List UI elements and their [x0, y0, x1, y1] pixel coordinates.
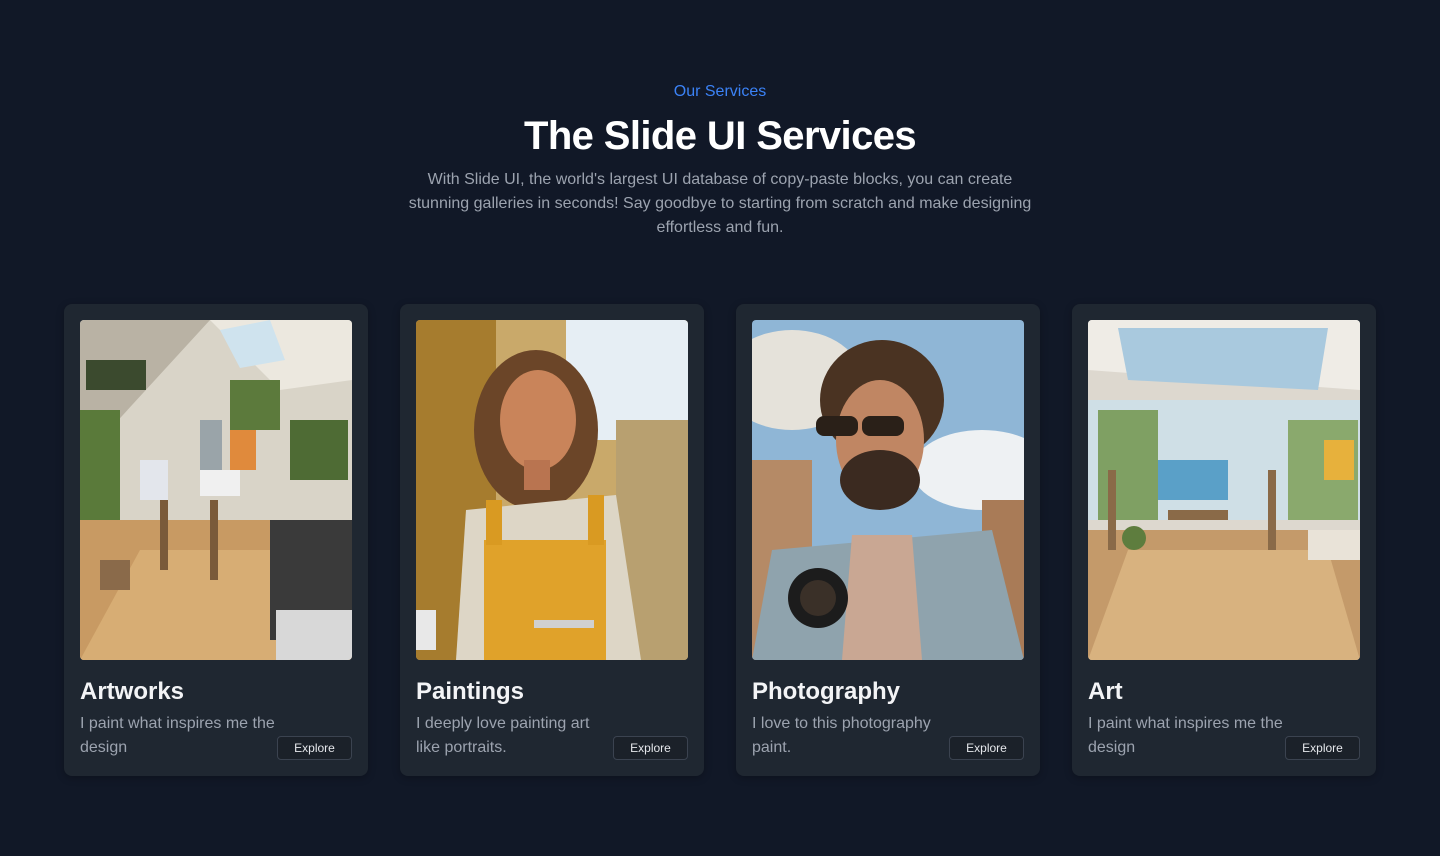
card-image-artworks — [80, 320, 352, 660]
explore-button[interactable]: Explore — [949, 736, 1024, 760]
explore-button[interactable]: Explore — [277, 736, 352, 760]
studio-image — [80, 320, 352, 660]
loft-studio-image — [1088, 320, 1360, 660]
portrait-man-image — [752, 320, 1024, 660]
explore-button[interactable]: Explore — [1285, 736, 1360, 760]
card-text: I paint what inspires me the design — [1088, 715, 1283, 756]
card-title: Photography — [752, 678, 900, 705]
section-eyebrow: Our Services — [673, 83, 767, 100]
portrait-woman-image — [416, 320, 688, 660]
section-title: The Slide UI Services — [523, 114, 917, 158]
card-text: I paint what inspires me the design — [80, 715, 275, 756]
card-title: Art — [1088, 678, 1123, 705]
services-section: Our Services The Slide UI Services With … — [0, 0, 1440, 856]
card-title: Artworks — [80, 678, 185, 705]
card-image-paintings — [416, 320, 688, 660]
card-text: I deeply love painting art like portrait… — [416, 715, 590, 756]
card-image-photography — [752, 320, 1024, 660]
section-description: With Slide UI, the world's largest UI da… — [408, 171, 1032, 236]
card-image-art — [1088, 320, 1360, 660]
service-card-artworks: Artworks I paint what inspires me the de… — [64, 304, 368, 776]
service-card-paintings: Paintings I deeply love painting art lik… — [400, 304, 704, 776]
card-title: Paintings — [416, 678, 525, 705]
explore-button[interactable]: Explore — [613, 736, 688, 760]
service-card-photography: Photography I love to this photography p… — [736, 304, 1040, 776]
service-card-art: Art I paint what inspires me the design … — [1072, 304, 1376, 776]
card-text: I love to this photography paint. — [752, 715, 931, 756]
